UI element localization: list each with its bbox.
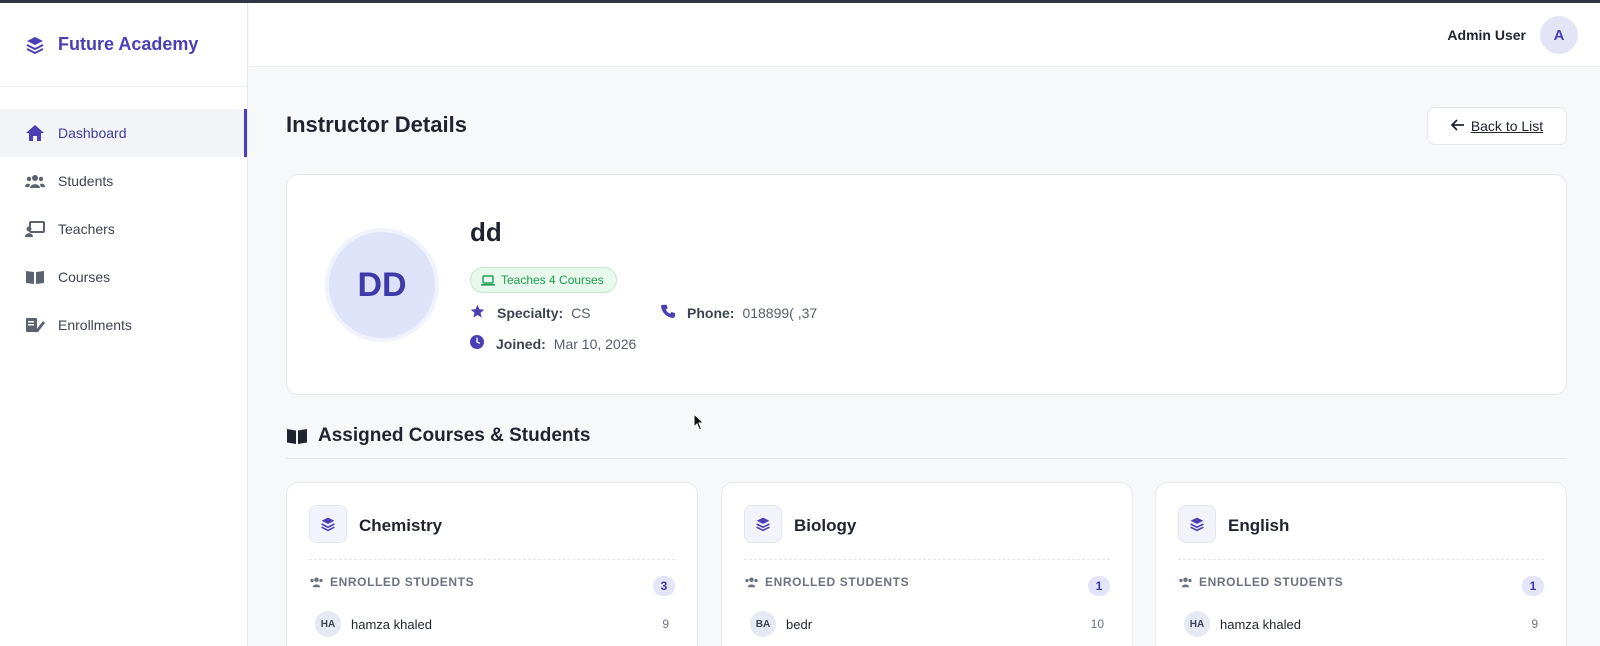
users-icon: [744, 576, 759, 588]
courses-count-badge: Teaches 4 Courses: [470, 267, 617, 293]
student-name: hamza khaled: [1220, 616, 1301, 632]
student-name: bedr: [786, 616, 813, 632]
enrolled-count-badge: 1: [1522, 576, 1544, 596]
sidebar-nav: Dashboard Students Teachers Courses Enro…: [0, 109, 247, 349]
phone-icon: [661, 304, 675, 321]
specialty-field: Specialty: CS: [470, 304, 591, 322]
sidebar-item-label: Dashboard: [58, 125, 127, 141]
card-divider: [1178, 559, 1544, 560]
sidebar-item-dashboard[interactable]: Dashboard: [0, 109, 247, 157]
student-value: 10: [1090, 617, 1104, 631]
chalkboard-teacher-icon: [24, 219, 46, 239]
layers-icon: [309, 505, 347, 543]
phone-value: 018899( ,37: [742, 304, 818, 321]
enrolled-students-heading: ENROLLED STUDENTS: [744, 575, 909, 589]
list-item[interactable]: HA hamza khaled 9: [1184, 611, 1538, 637]
courses-count-label: Teaches 4 Courses: [501, 273, 604, 287]
section-title-label: Assigned Courses & Students: [318, 425, 591, 446]
enrolled-students-label: ENROLLED STUDENTS: [765, 575, 910, 589]
section-title: Assigned Courses & Students: [286, 425, 590, 447]
sidebar-item-courses[interactable]: Courses: [0, 253, 247, 301]
course-name: English: [1228, 516, 1290, 535]
sidebar-item-label: Students: [58, 173, 114, 189]
back-to-list-button[interactable]: Back to List: [1427, 107, 1567, 145]
instructor-profile-card: DD dd Teaches 4 Courses Specialty: CS Ph…: [286, 174, 1567, 395]
sidebar-item-students[interactable]: Students: [0, 157, 247, 205]
joined-field: Joined: Mar 10, 2026: [470, 335, 636, 352]
users-icon: [309, 576, 324, 588]
brand-name: Future Academy: [58, 34, 199, 54]
brand[interactable]: Future Academy: [0, 3, 247, 87]
course-card-chemistry[interactable]: Chemistry ENROLLED STUDENTS 3 HA hamza k…: [286, 482, 698, 646]
book-icon: [24, 267, 46, 287]
home-icon: [24, 123, 46, 143]
student-name: hamza khaled: [351, 616, 432, 632]
open-book-icon: [286, 427, 308, 445]
sidebar: Future Academy Dashboard Students Teache…: [0, 3, 248, 646]
users-icon: [24, 171, 46, 191]
phone-label: Phone:: [687, 304, 735, 321]
arrow-left-icon: [1450, 118, 1465, 134]
student-avatar: HA: [1184, 611, 1210, 637]
sidebar-item-teachers[interactable]: Teachers: [0, 205, 247, 253]
list-item[interactable]: HA hamza khaled 9: [315, 611, 669, 637]
joined-label: Joined:: [496, 335, 546, 352]
sidebar-item-enrollments[interactable]: Enrollments: [0, 301, 247, 349]
course-name: Biology: [794, 516, 857, 535]
top-header: Admin User A: [249, 3, 1600, 67]
enrolled-students-label: ENROLLED STUDENTS: [1199, 575, 1344, 589]
avatar[interactable]: A: [1540, 16, 1578, 54]
instructor-avatar: DD: [329, 232, 435, 338]
enrolled-count-badge: 3: [653, 576, 675, 596]
layers-icon: [1178, 505, 1216, 543]
student-avatar: HA: [315, 611, 341, 637]
sidebar-item-label: Courses: [58, 269, 111, 285]
edit-list-icon: [24, 315, 46, 335]
window-top-border: [0, 0, 1600, 3]
section-divider: [286, 458, 1567, 459]
list-item[interactable]: BA bedr 10: [750, 611, 1104, 637]
layers-icon: [744, 505, 782, 543]
clock-icon: [470, 335, 484, 352]
page-title: Instructor Details: [286, 112, 467, 137]
enrolled-students-label: ENROLLED STUDENTS: [330, 575, 475, 589]
enrolled-students-heading: ENROLLED STUDENTS: [309, 575, 474, 589]
laptop-icon: [481, 274, 495, 286]
user-name[interactable]: Admin User: [1447, 27, 1526, 43]
specialty-value: CS: [571, 305, 591, 321]
joined-value: Mar 10, 2026: [553, 335, 637, 352]
phone-field: Phone: 018899( ,37: [661, 304, 817, 321]
card-divider: [309, 559, 675, 560]
student-value: 9: [662, 617, 669, 631]
layers-icon: [24, 34, 46, 56]
star-icon: [470, 304, 485, 322]
instructor-name: dd: [470, 217, 502, 247]
course-card-english[interactable]: English ENROLLED STUDENTS 1 HA hamza kha…: [1155, 482, 1567, 646]
back-to-list-label: Back to List: [1470, 118, 1544, 134]
course-name: Chemistry: [359, 516, 443, 535]
users-icon: [1178, 576, 1193, 588]
sidebar-item-label: Enrollments: [58, 317, 132, 333]
card-divider: [744, 559, 1110, 560]
student-value: 9: [1531, 617, 1538, 631]
student-avatar: BA: [750, 611, 776, 637]
specialty-label: Specialty:: [497, 305, 564, 321]
mouse-cursor-icon: [693, 412, 705, 436]
enrolled-count-badge: 1: [1088, 576, 1110, 596]
enrolled-students-heading: ENROLLED STUDENTS: [1178, 575, 1343, 589]
sidebar-item-label: Teachers: [58, 221, 115, 237]
course-card-biology[interactable]: Biology ENROLLED STUDENTS 1 BA bedr 10: [721, 482, 1133, 646]
